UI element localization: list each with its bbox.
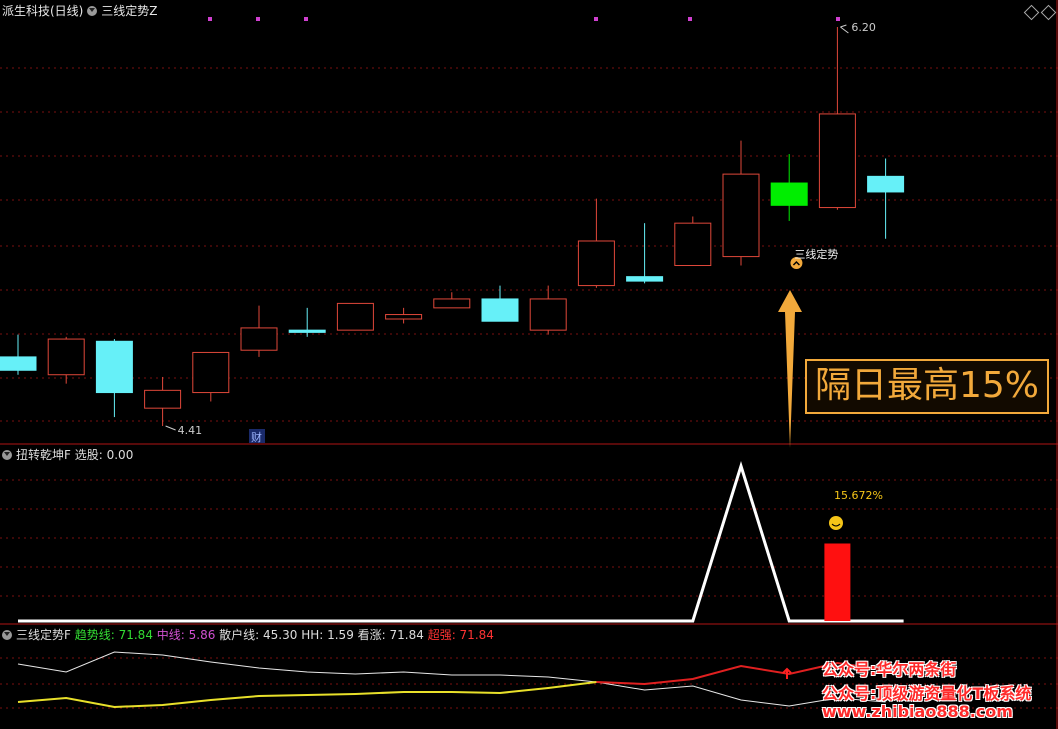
bottom-indicator-menu-icon[interactable]	[2, 630, 12, 640]
candle-body	[674, 222, 712, 267]
candle-body	[529, 298, 567, 331]
field-value: 71.84	[385, 628, 424, 642]
callout-box: 隔日最高15%	[805, 359, 1049, 414]
field-label: 中线:	[152, 628, 185, 642]
cai-badge-text: 财	[251, 430, 262, 444]
trend-line	[17, 681, 597, 709]
watermark-line: 公众号:顶级游资量化T板系统	[822, 684, 1032, 703]
candle-body	[867, 175, 905, 193]
field-label: 散户线:	[215, 628, 260, 642]
percent-label: 15.672%	[834, 489, 883, 502]
candle-body	[288, 329, 326, 333]
candle-body	[240, 327, 278, 351]
top-marker	[256, 17, 260, 21]
up-arrow-icon	[778, 290, 802, 448]
top-marker	[304, 17, 308, 21]
candle-body	[336, 302, 374, 331]
candle-body	[818, 113, 856, 209]
candle-body	[95, 340, 133, 394]
bottom-panel-title: 三线定势F 趋势线: 71.84 中线: 5.86 散户线: 45.30 HH:…	[2, 626, 494, 643]
bottom-indicator-fields: 趋势线: 71.84 中线: 5.86 散户线: 45.30 HH: 1.59 …	[75, 628, 494, 642]
field-value: 71.84	[455, 628, 494, 642]
watermark-line: www.zhibiao888.com	[822, 702, 1013, 721]
sub-indicator-menu-icon[interactable]	[2, 450, 12, 460]
candle-body	[626, 276, 664, 282]
candle-body	[433, 298, 471, 309]
field-value: 45.30	[259, 628, 298, 642]
field-value: 1.59	[323, 628, 354, 642]
sub-panel-title: 扭转乾坤F 选股: 0.00	[2, 446, 133, 463]
retail-line	[17, 651, 886, 707]
sub-indicator-name[interactable]: 扭转乾坤F	[16, 448, 71, 462]
high-price-label: 6.20	[851, 21, 876, 34]
top-marker	[594, 17, 598, 21]
candle-body	[144, 389, 182, 409]
candle-body	[192, 351, 230, 394]
field-value: 71.84	[114, 628, 153, 642]
top-marker	[688, 17, 692, 21]
candle-body	[481, 298, 519, 322]
sub-bar	[824, 543, 851, 621]
smile-icon	[829, 516, 843, 530]
candle-body	[770, 182, 808, 206]
field-value: 5.86	[184, 628, 216, 642]
low-price-label: 4.41	[178, 424, 203, 437]
high-pointer	[840, 24, 849, 34]
top-marker	[208, 17, 212, 21]
field-label: 看涨:	[353, 628, 386, 642]
field-label: 超强:	[423, 628, 456, 642]
candle-body	[722, 173, 760, 258]
field-label: HH:	[297, 628, 324, 642]
watermark-line: 公众号:华尔两条街	[822, 660, 957, 679]
bottom-indicator-name[interactable]: 三线定势F	[16, 628, 71, 642]
candle-body	[47, 338, 85, 376]
field-label: 趋势线:	[74, 628, 115, 642]
sub-line	[18, 460, 904, 623]
candle-body	[385, 314, 423, 320]
sub-field-label: 选股:	[74, 448, 103, 462]
candle-body	[577, 240, 615, 287]
sub-field-value: 0.00	[106, 448, 134, 462]
low-pointer	[165, 425, 176, 431]
signal-label: 三线定势	[794, 247, 838, 261]
candle-body	[0, 356, 37, 371]
top-marker	[836, 17, 840, 21]
